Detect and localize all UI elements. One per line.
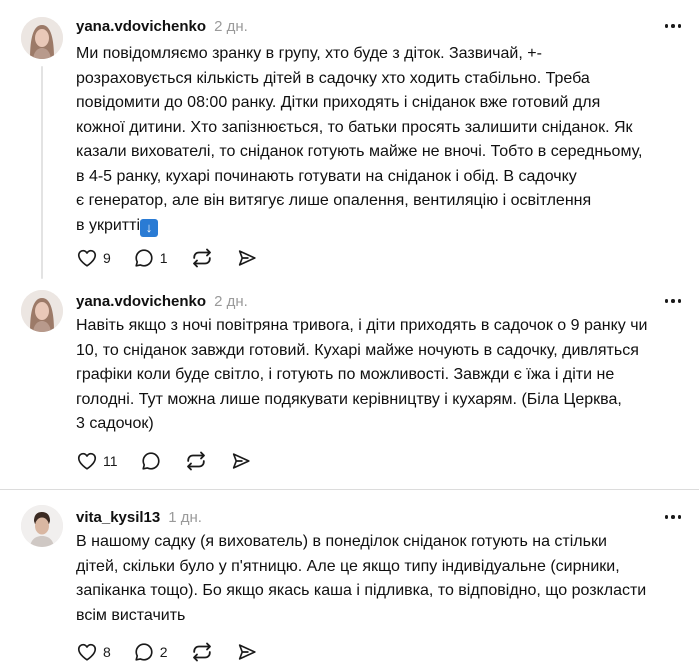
timestamp[interactable]: 2 дн.	[214, 293, 248, 310]
more-button[interactable]	[661, 17, 685, 35]
action-bar: 9 1	[76, 244, 280, 272]
repost-button[interactable]	[184, 447, 208, 475]
woman-avatar-icon	[21, 17, 63, 59]
heart-icon	[77, 249, 97, 267]
like-button[interactable]: 8	[76, 638, 111, 666]
man-avatar-icon	[21, 505, 63, 547]
action-bar: 11	[76, 447, 274, 475]
post-header: yana.vdovichenko 2 дн.	[76, 14, 248, 38]
like-button[interactable]: 11	[76, 447, 118, 475]
post-text-body: Ми повідомляємо зранку в групу, хто буде…	[76, 45, 643, 234]
more-icon	[664, 515, 669, 519]
more-icon	[664, 299, 669, 303]
heart-icon	[77, 452, 97, 470]
avatar[interactable]	[21, 290, 63, 332]
username[interactable]: yana.vdovichenko	[76, 18, 206, 35]
heart-icon	[77, 643, 97, 661]
repost-button[interactable]	[190, 244, 214, 272]
comment-icon	[141, 452, 160, 470]
post-header: yana.vdovichenko 2 дн.	[76, 289, 248, 313]
more-button[interactable]	[661, 292, 685, 310]
reply-button[interactable]	[140, 447, 162, 475]
action-bar: 8 2	[76, 638, 280, 666]
reply-button[interactable]: 2	[133, 638, 168, 666]
reply-button[interactable]: 1	[133, 244, 168, 272]
send-icon	[238, 644, 256, 660]
send-icon	[232, 453, 250, 469]
post-divider	[0, 489, 699, 490]
like-count: 8	[103, 644, 111, 660]
avatar[interactable]	[21, 17, 63, 59]
share-button[interactable]	[236, 244, 258, 272]
like-button[interactable]: 9	[76, 244, 111, 272]
reply-count: 1	[159, 250, 168, 266]
timestamp[interactable]: 2 дн.	[214, 18, 248, 35]
repost-icon	[192, 248, 211, 268]
post-header: vita_kysil13 1 дн.	[76, 505, 202, 529]
share-button[interactable]	[230, 447, 252, 475]
timestamp[interactable]: 1 дн.	[168, 509, 202, 526]
comment-icon	[135, 643, 153, 661]
reply-count: 2	[159, 644, 168, 660]
share-button[interactable]	[236, 638, 258, 666]
comment-icon	[135, 249, 153, 267]
username[interactable]: vita_kysil13	[76, 509, 160, 526]
thread-line	[41, 66, 43, 279]
send-icon	[238, 250, 256, 266]
avatar[interactable]	[21, 505, 63, 547]
repost-icon	[192, 642, 211, 662]
post-text: В нашому садку (я вихователь) в понеділо…	[76, 533, 647, 624]
repost-button[interactable]	[190, 638, 214, 666]
like-count: 9	[103, 250, 111, 266]
down-arrow-emoji: ↓	[140, 218, 158, 237]
username[interactable]: yana.vdovichenko	[76, 293, 206, 310]
woman-avatar-icon	[21, 290, 63, 332]
more-button[interactable]	[661, 508, 685, 526]
more-icon	[664, 24, 669, 28]
repost-icon	[186, 451, 205, 471]
post-text: Ми повідомляємо зранку в групу, хто буде…	[76, 42, 676, 238]
post-text: Навіть якщо з ночі повітряна тривога, і …	[76, 317, 648, 432]
like-count: 11	[103, 453, 118, 469]
